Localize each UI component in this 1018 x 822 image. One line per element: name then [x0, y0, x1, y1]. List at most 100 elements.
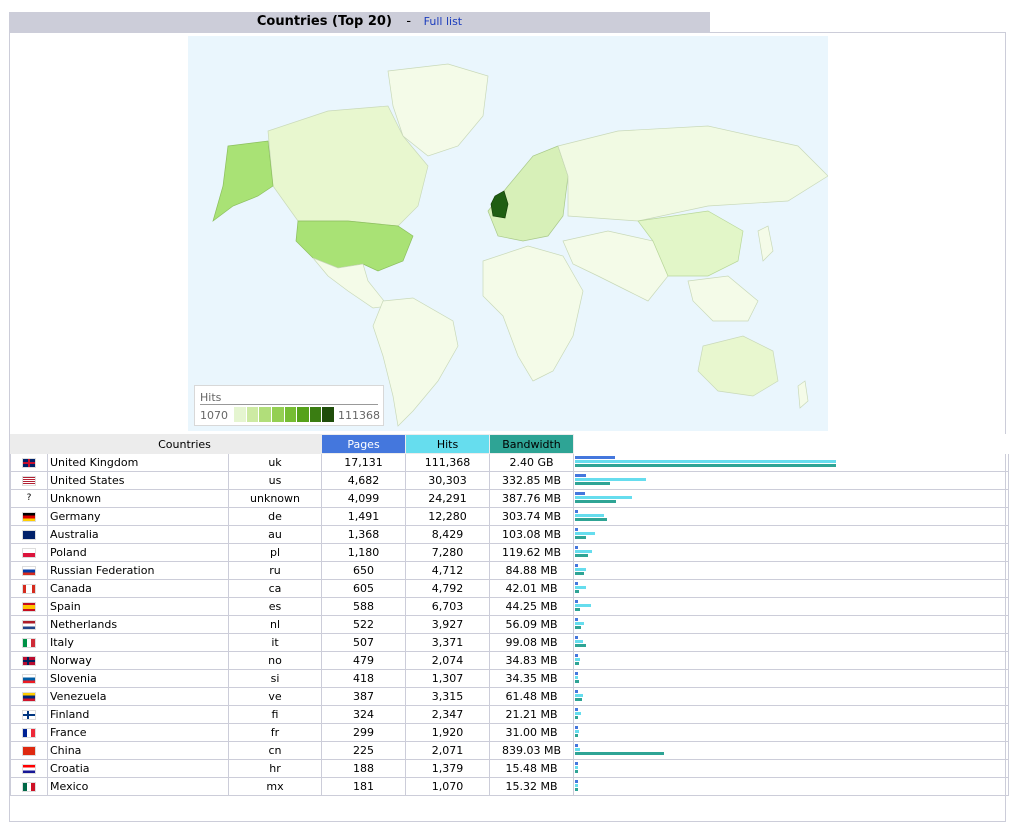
pages-bar — [575, 762, 578, 765]
country-code: it — [228, 633, 322, 652]
table-row: China cn 225 2,071 839.03 MB — [10, 741, 1009, 760]
bar-cell — [573, 525, 1009, 544]
bandwidth-bar — [575, 752, 664, 755]
bandwidth-bar — [575, 734, 578, 737]
pages-value: 650 — [321, 561, 406, 580]
flag-cell — [10, 597, 48, 616]
legend-swatch — [234, 407, 247, 422]
world-map-svg — [212, 63, 828, 427]
bandwidth-bar — [575, 662, 579, 665]
map-region-japan — [757, 225, 774, 262]
bandwidth-value: 387.76 MB — [489, 489, 574, 508]
country-name: Mexico — [47, 777, 229, 796]
pages-value: 1,491 — [321, 507, 406, 526]
bar-cell — [573, 759, 1009, 778]
pages-value: 387 — [321, 687, 406, 706]
pages-bar — [575, 528, 578, 531]
bandwidth-bar — [575, 770, 578, 773]
country-code: ca — [228, 579, 322, 598]
legend-max-value: 111368 — [338, 409, 380, 422]
bar-cell — [573, 489, 1009, 508]
bar-cell — [573, 543, 1009, 562]
country-code: pl — [228, 543, 322, 562]
bandwidth-bar — [575, 500, 616, 503]
bandwidth-value: 84.88 MB — [489, 561, 574, 580]
table-row: Canada ca 605 4,792 42.01 MB — [10, 579, 1009, 598]
pages-bar — [575, 492, 585, 495]
bar-cell — [573, 705, 1009, 724]
bandwidth-bar — [575, 536, 586, 539]
pages-bar — [575, 726, 578, 729]
bandwidth-bar — [575, 572, 584, 575]
hits-value: 111,368 — [405, 453, 490, 472]
pages-value: 605 — [321, 579, 406, 598]
hits-bar — [575, 514, 604, 517]
country-name: Canada — [47, 579, 229, 598]
hits-bar — [575, 496, 632, 499]
bandwidth-value: 332.85 MB — [489, 471, 574, 490]
country-code: cn — [228, 741, 322, 760]
bandwidth-value: 34.35 MB — [489, 669, 574, 688]
hits-bar — [575, 622, 584, 625]
pages-value: 418 — [321, 669, 406, 688]
bar-cell — [573, 453, 1009, 472]
legend-swatch — [297, 407, 310, 422]
bar-cell — [573, 471, 1009, 490]
country-code: es — [228, 597, 322, 616]
uk-flag-icon — [22, 458, 36, 468]
cn-flag-icon — [22, 746, 36, 756]
map-region-uk — [490, 190, 509, 219]
flag-cell — [10, 633, 48, 652]
map-region-australia — [697, 335, 779, 397]
hits-bar — [575, 694, 583, 697]
map-region-new-zealand — [797, 380, 809, 409]
hits-value: 3,371 — [405, 633, 490, 652]
pages-value: 588 — [321, 597, 406, 616]
country-code: si — [228, 669, 322, 688]
country-code: au — [228, 525, 322, 544]
section-title: Countries (Top 20) — [256, 14, 392, 29]
ve-flag-icon — [22, 692, 36, 702]
table-row: Poland pl 1,180 7,280 119.62 MB — [10, 543, 1009, 562]
legend-divider — [200, 404, 378, 405]
table-row: Germany de 1,491 12,280 303.74 MB — [10, 507, 1009, 526]
legend-swatch — [322, 407, 335, 422]
hits-bar — [575, 532, 595, 535]
pages-value: 225 — [321, 741, 406, 760]
hits-value: 12,280 — [405, 507, 490, 526]
bandwidth-bar — [575, 554, 588, 557]
flag-cell — [10, 777, 48, 796]
world-map[interactable]: Hits 1070 111368 — [188, 36, 828, 431]
bar-cell — [573, 669, 1009, 688]
flag-cell — [10, 507, 48, 526]
hits-bar — [575, 568, 586, 571]
pages-bar — [575, 654, 578, 657]
table-row: Finland fi 324 2,347 21.21 MB — [10, 705, 1009, 724]
hits-value: 1,070 — [405, 777, 490, 796]
bandwidth-value: 61.48 MB — [489, 687, 574, 706]
country-name: Venezuela — [47, 687, 229, 706]
legend-color-scale — [234, 407, 335, 422]
hits-value: 4,792 — [405, 579, 490, 598]
pages-value: 299 — [321, 723, 406, 742]
hr-flag-icon — [22, 764, 36, 774]
bandwidth-bar — [575, 644, 586, 647]
pages-bar — [575, 474, 586, 477]
section-title-bar: Countries (Top 20) - Full list — [9, 12, 710, 33]
table-row: ? Unknown unknown 4,099 24,291 387.76 MB — [10, 489, 1009, 508]
bar-cell — [573, 579, 1009, 598]
table-row: Spain es 588 6,703 44.25 MB — [10, 597, 1009, 616]
bandwidth-bar — [575, 482, 610, 485]
pages-bar — [575, 546, 578, 549]
full-list-link[interactable]: Full list — [424, 15, 462, 28]
hits-bar — [575, 748, 580, 751]
map-region-southeast-asia — [687, 275, 759, 322]
flag-cell — [10, 561, 48, 580]
pl-flag-icon — [22, 548, 36, 558]
hits-bar — [575, 460, 836, 463]
hits-bar — [575, 712, 581, 715]
si-flag-icon — [22, 674, 36, 684]
country-code: fr — [228, 723, 322, 742]
country-name: Russian Federation — [47, 561, 229, 580]
bandwidth-bar — [575, 608, 580, 611]
